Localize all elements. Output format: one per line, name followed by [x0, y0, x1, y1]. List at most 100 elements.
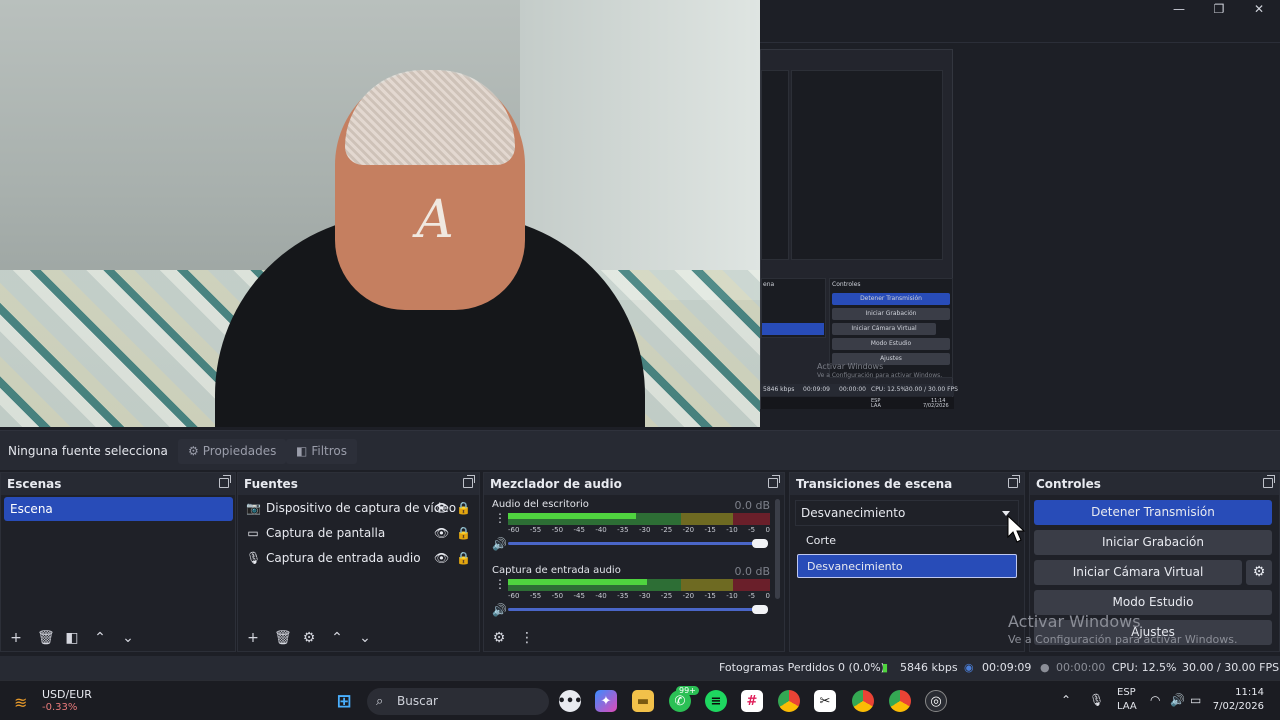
mixer-scrollbar[interactable]: [775, 499, 780, 599]
slack-icon[interactable]: #: [741, 690, 763, 712]
channel-db: 0.0 dB: [734, 565, 770, 578]
nested-studio-button: Modo Estudio: [832, 338, 950, 350]
monitor-icon: ▭: [247, 526, 259, 540]
volume-meter: [508, 513, 770, 525]
trash-icon[interactable]: 🗑: [274, 631, 292, 645]
transitions-dock-title: Transiciones de escena: [796, 477, 953, 491]
nested-cpu: CPU: 12.5%: [871, 386, 907, 393]
more-options-icon[interactable]: ⋮: [494, 578, 506, 590]
scenes-footer: + 🗑 ◧ ⌃ ⌄: [1, 625, 235, 651]
eye-icon[interactable]: 👁: [434, 546, 449, 571]
lock-icon[interactable]: 🔒: [456, 496, 471, 521]
nested-vcam-button: Iniciar Cámara Virtual: [832, 323, 936, 335]
nested-record-button: Iniciar Grabación: [832, 308, 950, 320]
trash-icon[interactable]: 🗑: [37, 631, 55, 645]
undock-icon[interactable]: [768, 475, 780, 488]
microphone-icon[interactable]: 🎙: [1089, 693, 1104, 707]
close-button[interactable]: ✕: [1250, 2, 1268, 18]
more-options-icon[interactable]: ⋮: [494, 512, 506, 524]
input-language[interactable]: ESP: [1117, 687, 1136, 698]
sources-dock-header: Fuentes: [238, 473, 479, 495]
status-bar: Fotogramas Perdidos 0 (0.0%) ▮ 5846 kbps…: [0, 656, 1280, 680]
filter-icon: ◧: [296, 444, 308, 458]
volume-meter: [508, 579, 770, 591]
filters-button[interactable]: ◧ Filtros: [286, 439, 358, 464]
nested-preview: [791, 70, 943, 260]
gear-icon: ⚙: [188, 444, 199, 458]
virtual-camera-settings-icon[interactable]: ⚙: [1246, 560, 1272, 585]
chevron-up-icon[interactable]: ⌃: [1061, 693, 1071, 707]
capcut-icon[interactable]: ✂: [814, 690, 836, 712]
more-options-icon[interactable]: ⋮: [520, 631, 534, 645]
maximize-button[interactable]: ❐: [1210, 2, 1228, 18]
gear-icon[interactable]: ⚙: [302, 631, 316, 645]
meter-ticks: -60 -55 -50 -45 -40 -35 -30 -25 -20 -15 -10 -5 0: [508, 592, 770, 600]
transition-option[interactable]: Corte: [797, 529, 1017, 553]
source-row[interactable]: 📷 Dispositivo de captura de vídeo 👁 🔒: [244, 496, 471, 521]
lock-icon[interactable]: 🔒: [456, 521, 471, 546]
start-virtual-camera-button[interactable]: Iniciar Cámara Virtual: [1034, 560, 1242, 585]
chevron-down-icon[interactable]: ⌄: [121, 631, 135, 645]
volume-slider[interactable]: [508, 539, 768, 548]
sources-dock: Fuentes 📷 Dispositivo de captura de víde…: [237, 472, 480, 652]
volume-slider[interactable]: [508, 605, 768, 614]
spotify-icon[interactable]: ≡: [705, 690, 727, 712]
slider-knob[interactable]: [752, 539, 768, 548]
obs-icon[interactable]: ◎: [925, 690, 947, 712]
stop-stream-button[interactable]: Detener Transmisión: [1034, 500, 1272, 525]
mouse-cursor-icon: [1007, 515, 1026, 543]
clock-time: 11:14: [1235, 687, 1264, 698]
undock-icon[interactable]: [1263, 475, 1275, 488]
source-toolbar: Ninguna fuente selecciona ⚙ Propiedades …: [0, 430, 1280, 470]
chrome-icon[interactable]: [852, 690, 874, 712]
nested-controls-title: Controles: [832, 281, 861, 288]
add-icon[interactable]: +: [246, 631, 260, 645]
chrome-icon[interactable]: [778, 690, 800, 712]
start-recording-button[interactable]: Iniciar Grabación: [1034, 530, 1272, 555]
slider-knob[interactable]: [752, 605, 768, 614]
lock-icon[interactable]: 🔒: [456, 546, 471, 571]
transition-select[interactable]: Desvanecimiento: [795, 500, 1019, 526]
nested-time2: 00:00:00: [839, 386, 866, 393]
chrome-icon[interactable]: [889, 690, 911, 712]
filter-icon[interactable]: ◧: [65, 631, 79, 645]
minimize-button[interactable]: —: [1170, 2, 1188, 18]
file-explorer-icon[interactable]: ▬: [632, 690, 654, 712]
source-row[interactable]: ▭ Captura de pantalla 👁 🔒: [244, 521, 471, 546]
channel-name: Audio del escritorio: [492, 499, 589, 510]
eye-icon[interactable]: 👁: [434, 496, 449, 521]
properties-button[interactable]: ⚙ Propiedades: [178, 439, 287, 464]
eye-icon[interactable]: 👁: [434, 521, 449, 546]
volume-icon[interactable]: 🔊: [1170, 693, 1185, 707]
windows-start-icon[interactable]: ⊞: [333, 690, 355, 712]
source-row[interactable]: 🎙 Captura de entrada audio 👁 🔒: [244, 546, 471, 571]
battery-icon[interactable]: ▭: [1190, 693, 1201, 707]
taskbar-clock[interactable]: 11:14 7/02/2026: [1213, 686, 1264, 714]
add-icon[interactable]: +: [9, 631, 23, 645]
nested-left-panel: [761, 70, 789, 260]
wifi-icon[interactable]: ◠: [1150, 693, 1160, 707]
app-icon-chat[interactable]: •••: [558, 690, 582, 712]
chevron-up-icon[interactable]: ⌃: [93, 631, 107, 645]
preview-canvas[interactable]: A — ❐ ✕ ena Controles Detener Transmisió…: [0, 0, 1280, 430]
advanced-audio-icon[interactable]: ⚙: [492, 631, 506, 645]
copilot-icon[interactable]: ✦: [595, 690, 617, 712]
speaker-icon[interactable]: 🔊: [492, 537, 507, 551]
chevron-down-icon[interactable]: ⌄: [358, 631, 372, 645]
channel-name: Captura de entrada audio: [492, 565, 621, 576]
mixer-channel-desktop: Audio del escritorio 0.0 dB ⋮ -60 -55 -50-…: [490, 499, 770, 559]
chevron-up-icon[interactable]: ⌃: [330, 631, 344, 645]
fps: 30.00 / 30.00 FPS: [1182, 661, 1280, 674]
transition-option[interactable]: Desvanecimiento: [797, 554, 1017, 578]
windows-taskbar: ≋ USD/EUR -0.33% ⊞ ⌕ Buscar ••• ✦ ▬ ✆ 99…: [0, 680, 1280, 720]
speaker-icon[interactable]: 🔊: [492, 603, 507, 617]
nested-lang2: LAA: [871, 403, 881, 409]
undock-icon[interactable]: [463, 475, 475, 488]
undock-icon[interactable]: [1008, 475, 1020, 488]
cap-mesh: [345, 70, 515, 165]
nested-fps: 30.00 / 30.00 FPS: [905, 386, 958, 393]
undock-icon[interactable]: [219, 475, 231, 488]
scene-item[interactable]: Escena: [4, 497, 233, 521]
taskbar-search[interactable]: ⌕ Buscar: [367, 688, 549, 715]
audio-mixer-dock: Mezclador de audio Audio del escritorio …: [483, 472, 785, 652]
